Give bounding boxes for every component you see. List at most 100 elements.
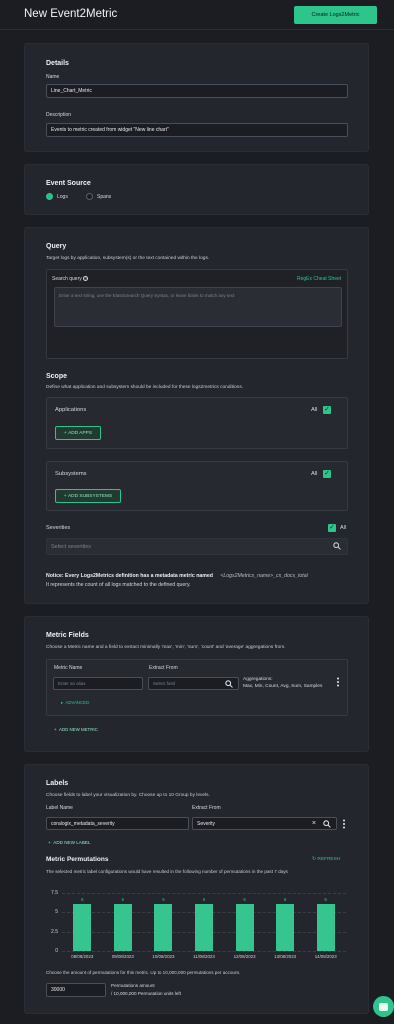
description-label: Description	[46, 112, 72, 118]
logs-radio[interactable]	[46, 193, 53, 200]
spans-radio-label: Spans	[97, 193, 112, 200]
search-icon	[333, 542, 341, 550]
search-query-panel: Search query ? RegEx Cheat Sheet Enter a…	[46, 269, 348, 359]
severities-all-label: All	[340, 525, 347, 531]
chart-bar	[316, 904, 335, 951]
notice-line1: Notice: Every Logs2Metrics definition ha…	[46, 573, 308, 579]
chart-bar	[276, 904, 295, 951]
metric-fields-subtitle: Choose a Metric name and a field to extr…	[46, 645, 286, 650]
chart-data-label: 6	[243, 897, 246, 903]
search-query-textarea[interactable]: Enter a text string, use the Elasticsear…	[54, 287, 342, 327]
extract-field-select[interactable]: Select field	[148, 677, 239, 690]
query-title: Query	[46, 243, 67, 250]
add-subsystems-label: ADD SUBSYSTEMS	[67, 493, 113, 499]
query-card: Query Target logs by application, subsys…	[24, 227, 369, 604]
extract-from-header: Extract From	[149, 665, 178, 671]
metric-name-placeholder: Enter an alias	[58, 681, 86, 686]
subsystems-all-label: All	[311, 471, 318, 477]
search-icon	[323, 820, 331, 829]
chart-x-tick: 09/08/2023	[111, 954, 134, 959]
permutations-amount-prompt: Choose the amount of permutations for th…	[46, 970, 241, 975]
labels-card: Labels Choose fields to label your visua…	[24, 764, 369, 1014]
description-input[interactable]: Events to metric created from widget "Ne…	[46, 123, 348, 137]
chart-bar	[73, 904, 92, 951]
regex-cheat-sheet-link[interactable]: RegEx Cheat Sheet	[297, 276, 341, 282]
aggregations-value: Max, Min, Count, Avg, Sum, Samples	[243, 684, 323, 689]
labels-subtitle: Choose fields to label your visualizatio…	[46, 793, 210, 798]
permutations-amount-label: Permutations amount	[111, 983, 155, 988]
severities-placeholder: Select severities	[51, 543, 92, 550]
create-logs2metric-button[interactable]: Create Logs2Metric	[294, 6, 377, 24]
add-apps-button[interactable]: + ADD APPS	[55, 426, 101, 440]
add-new-metric-button[interactable]: + ADD NEW METRIC	[54, 727, 98, 732]
permutation-units-left: / 10,000,000 Permutation units left	[111, 991, 181, 996]
chart-x-tick: 14/08/2023	[314, 954, 337, 959]
metric-name-input[interactable]: Enter an alias	[53, 677, 143, 690]
page-title: New Event2Metric	[24, 8, 118, 20]
chart-y-tick: 7.5	[51, 889, 58, 896]
chart-gridline	[62, 892, 346, 894]
label-extract-select[interactable]: Severity ×	[192, 817, 337, 830]
refresh-label: REFRESH	[317, 857, 341, 862]
chart-data-label: 6	[81, 897, 84, 903]
subsystems-label: Subsystems	[55, 471, 87, 477]
search-query-label: Search query ?	[52, 276, 89, 282]
permutations-amount-input[interactable]: 30000	[46, 983, 106, 997]
metric-fields-title: Metric Fields	[46, 632, 89, 639]
clear-icon[interactable]: ×	[312, 820, 316, 827]
severities-label: Severities	[46, 525, 71, 531]
chart-plot-area: 6 6 6 6 6 6 6	[62, 885, 346, 952]
chart-x-tick: 08/08/2023	[71, 954, 94, 959]
chart-data-label: 6	[202, 897, 206, 903]
add-new-label-button[interactable]: + ADD NEW LABEL	[48, 840, 91, 845]
chart-x-tick: 10/08/2023	[152, 954, 175, 959]
more-options-icon[interactable]	[336, 677, 340, 687]
notice-text: Notice: Every Logs2Metrics definition ha…	[46, 573, 213, 579]
chart-bar	[235, 904, 254, 951]
aggregations-label: Aggregations:	[243, 677, 273, 682]
chart-bar	[113, 904, 132, 951]
chart-x-tick: 12/08/2023	[233, 954, 256, 959]
advanced-toggle[interactable]: ▸ ADVANCED	[61, 700, 89, 706]
scope-subtitle: Define what application and subsystem sh…	[46, 385, 244, 390]
chart-data-label: 6	[121, 897, 125, 903]
event-source-title: Event Source	[46, 180, 91, 187]
chat-icon	[379, 1002, 388, 1011]
chart-data-label: 6	[324, 897, 327, 903]
metric-name-header: Metric Name	[54, 665, 83, 671]
search-query-placeholder: Enter a text string, use the Elasticsear…	[59, 293, 235, 298]
severities-select[interactable]: Select severities	[46, 538, 348, 555]
notice-metric-name: <Logs2Metrics_name>_cx_docs_total	[220, 573, 308, 579]
permutations-title: Metric Permutations	[46, 856, 109, 863]
name-label: Name	[46, 74, 60, 80]
chart-x-tick: 11/08/2023	[193, 954, 215, 959]
applications-all-label: All	[311, 407, 318, 413]
label-extract-value: Severity	[197, 820, 216, 827]
scope-title: Scope	[46, 373, 68, 380]
severities-all-checkbox[interactable]: ✓	[328, 524, 336, 532]
query-subtitle: Target logs by application, subsystem(s)…	[46, 256, 210, 261]
add-new-metric-label: ADD NEW METRIC	[59, 727, 98, 732]
spans-radio[interactable]	[86, 193, 93, 200]
subsystems-all-checkbox[interactable]: ✓	[323, 470, 331, 478]
chart-y-tick: 0	[55, 948, 58, 954]
notice-line2: It represents the count of all logs matc…	[46, 582, 191, 588]
applications-box: Applications All ✓ + ADD APPS	[46, 397, 348, 449]
label-name-input[interactable]: coralogix_metadata_severity	[46, 817, 189, 830]
label-more-options-icon[interactable]	[342, 819, 346, 829]
name-input[interactable]: Line_Chart_Metric	[46, 84, 348, 98]
search-icon	[225, 680, 233, 689]
chat-support-button[interactable]	[373, 996, 394, 1017]
refresh-button[interactable]: ↻ REFRESH	[312, 857, 340, 862]
chart-y-tick: 2.5	[51, 928, 58, 935]
extract-field-placeholder: Select field	[153, 681, 176, 686]
metric-field-row: Metric Name Extract From Enter an alias …	[46, 659, 348, 716]
advanced-label: ADVANCED	[65, 700, 90, 705]
chart-data-label: 6	[283, 897, 287, 903]
metric-fields-card: Metric Fields Choose a Metric name and a…	[24, 616, 369, 752]
applications-all-checkbox[interactable]: ✓	[323, 406, 331, 414]
chart-bar	[195, 904, 213, 951]
help-icon: ?	[83, 276, 89, 281]
add-subsystems-button[interactable]: + ADD SUBSYSTEMS	[55, 489, 121, 503]
chart-x-tick: 13/08/2023	[274, 954, 297, 959]
